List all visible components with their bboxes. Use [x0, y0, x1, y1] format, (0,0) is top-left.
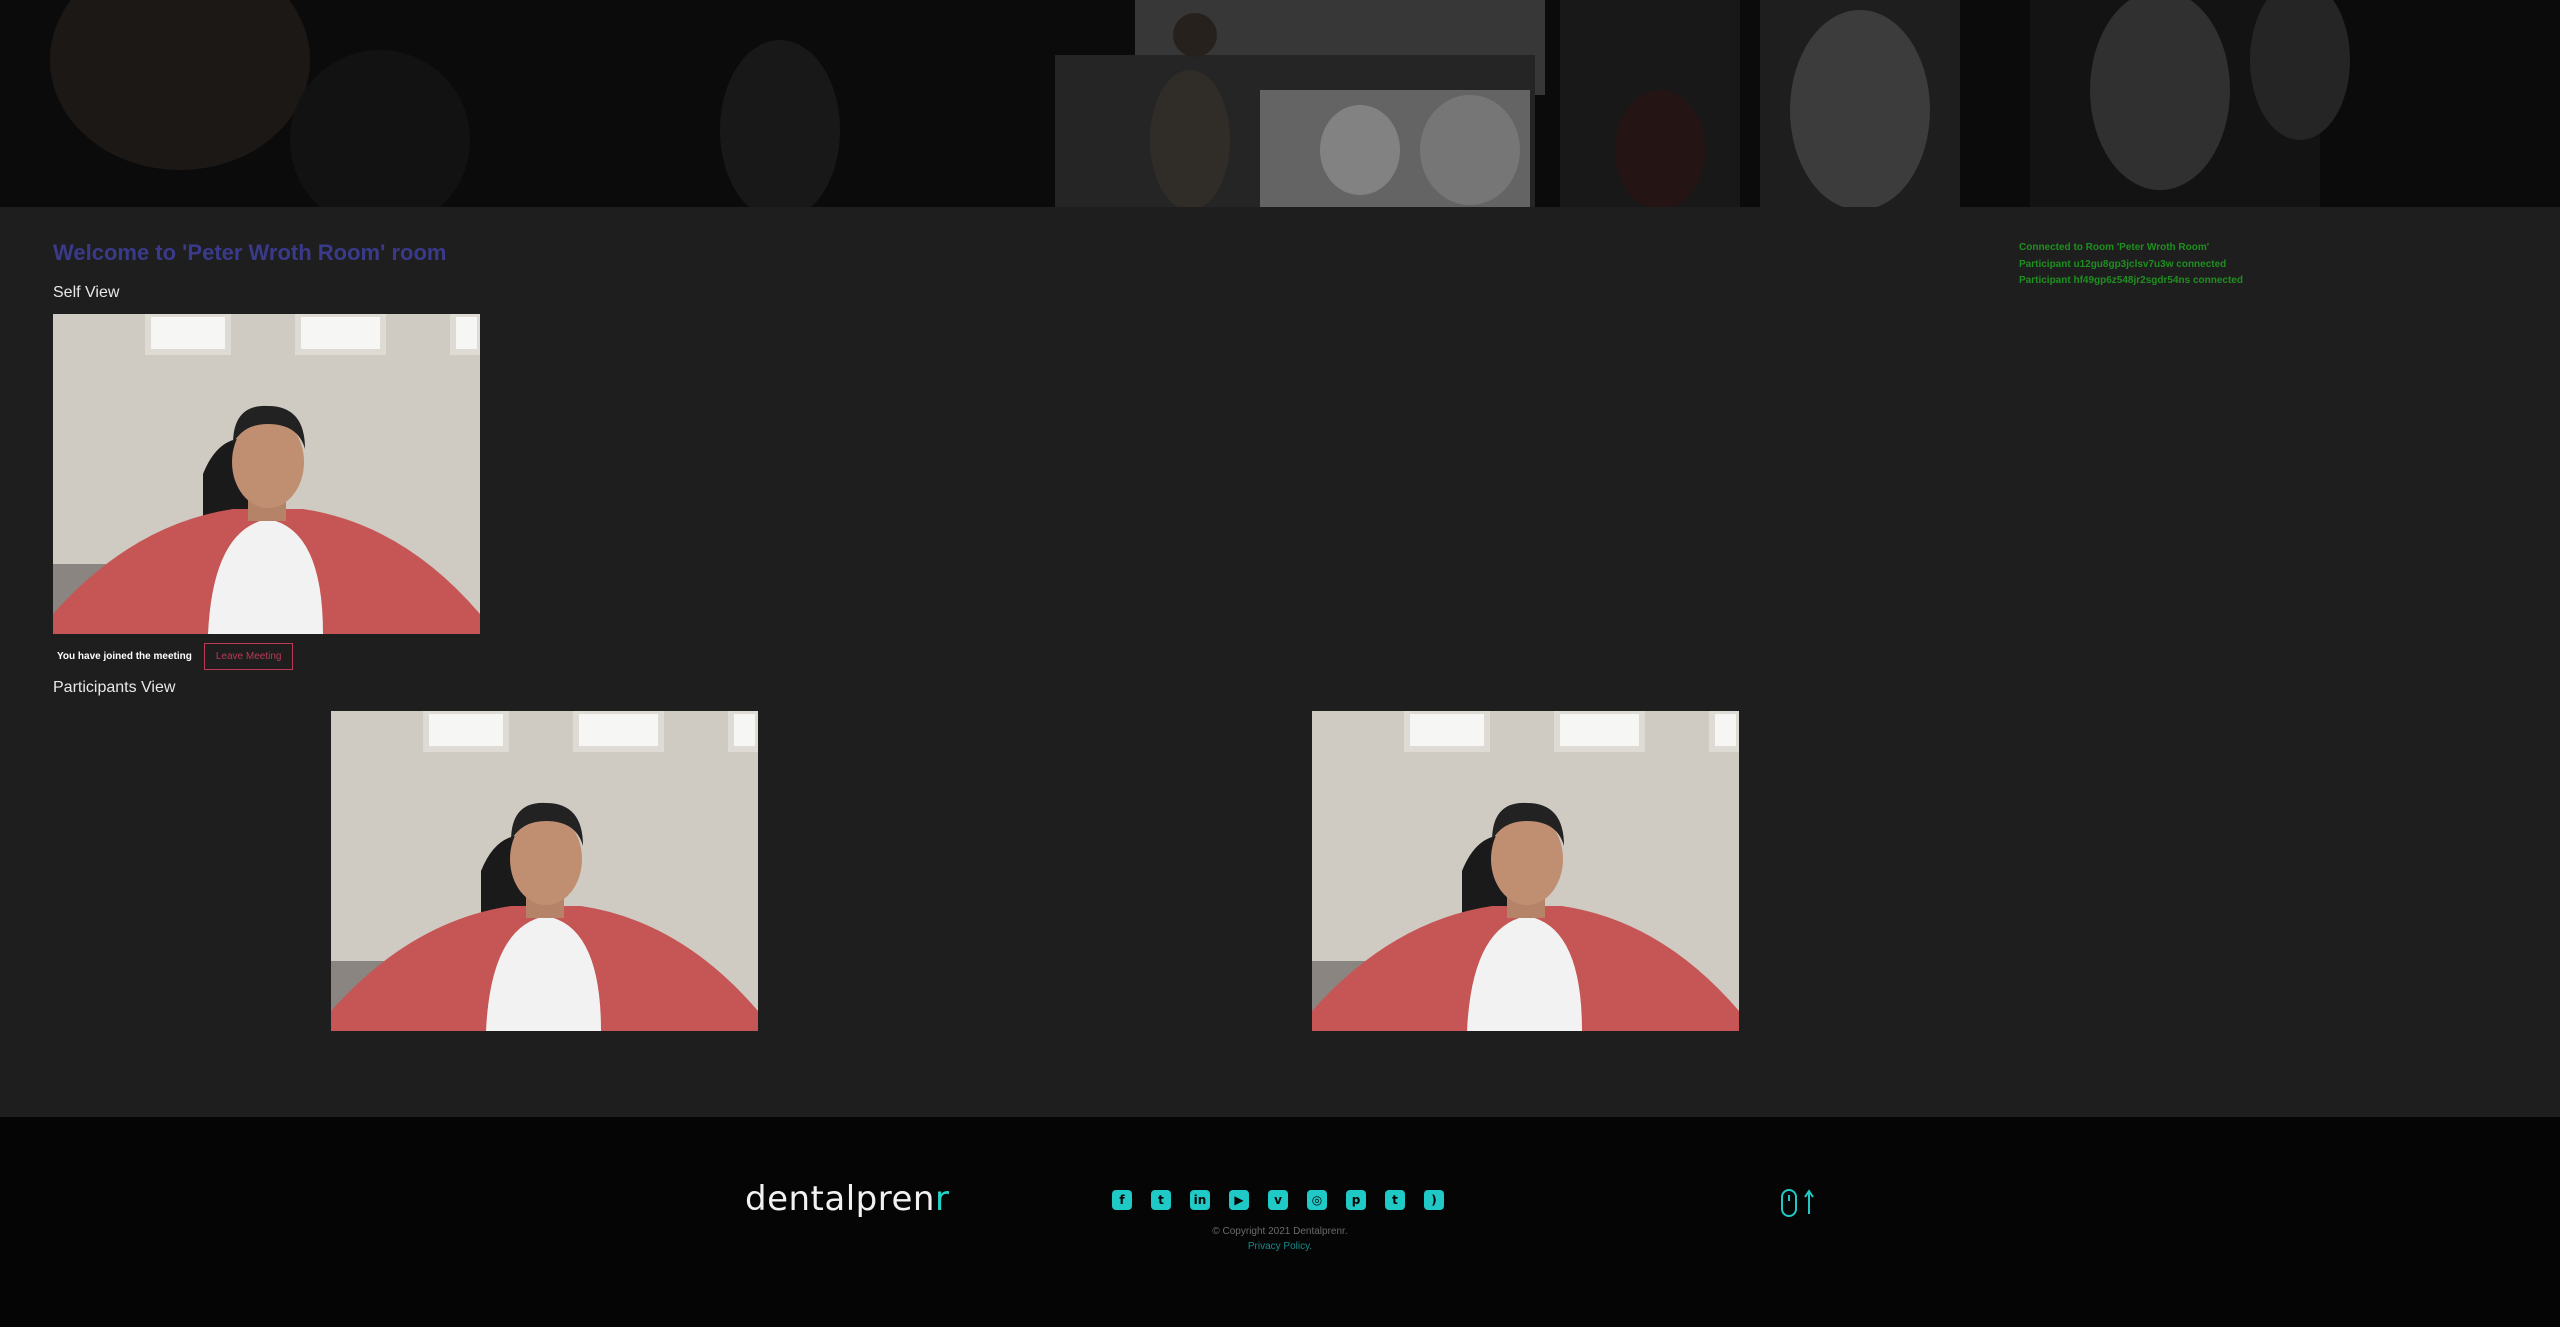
- self-video: [53, 314, 480, 634]
- participant-video: [331, 711, 758, 1031]
- meeting-area: Welcome to 'Peter Wroth Room' room Self …: [0, 207, 2560, 1117]
- scroll-to-top-icon[interactable]: [1779, 1187, 1815, 1219]
- logo-text-mid: alpren: [824, 1179, 935, 1219]
- logo-text-accent: r: [934, 1179, 950, 1219]
- dentalprenr-logo[interactable]: dentalprenr: [745, 1179, 949, 1219]
- linkedin-icon[interactable]: in: [1190, 1190, 1210, 1210]
- pinterest-icon[interactable]: p: [1346, 1190, 1366, 1210]
- leave-meeting-button[interactable]: Leave Meeting: [203, 642, 294, 670]
- log-line: Participant u12gu8gp3jclsv7u3w connected: [2019, 258, 2227, 270]
- participant-video-frame: [331, 711, 758, 1031]
- room-title: Welcome to 'Peter Wroth Room' room: [53, 240, 447, 265]
- instagram-icon[interactable]: ◎: [1307, 1190, 1327, 1210]
- facebook-icon[interactable]: f: [1112, 1190, 1132, 1210]
- logo-text-main: dent: [745, 1179, 825, 1219]
- self-view-label: Self View: [53, 284, 120, 301]
- joined-status-text: You have joined the meeting: [57, 650, 192, 662]
- footer: dentalprenr f t in ▶ v ◎ p t ) © Copyrig…: [0, 1117, 2560, 1327]
- meeting-status-row: You have joined the meeting Leave Meetin…: [53, 641, 294, 671]
- connection-log: Connected to Room 'Peter Wroth Room' Par…: [2019, 240, 2243, 290]
- social-links: f t in ▶ v ◎ p t ): [1112, 1190, 1444, 1210]
- hero-image: [0, 0, 2560, 207]
- vimeo-icon[interactable]: v: [1268, 1190, 1288, 1210]
- participants-view-label: Participants View: [53, 679, 176, 696]
- twitter-icon[interactable]: t: [1151, 1190, 1171, 1210]
- privacy-policy-link[interactable]: Privacy Policy.: [0, 1241, 2560, 1252]
- tumblr-icon[interactable]: t: [1385, 1190, 1405, 1210]
- self-video-frame: [53, 314, 480, 634]
- rss-icon[interactable]: ): [1424, 1190, 1444, 1210]
- participant-video: [1312, 711, 1739, 1031]
- participant-video-frame: [1312, 711, 1739, 1031]
- hero-banner: [0, 0, 2560, 207]
- copyright-text: © Copyright 2021 Dentalprenr.: [1212, 1226, 1348, 1237]
- youtube-icon[interactable]: ▶: [1229, 1190, 1249, 1210]
- log-line: Participant hf49gp6z548jr2sgdr54ns conne…: [2019, 275, 2243, 286]
- log-line: Connected to Room 'Peter Wroth Room': [2019, 242, 2210, 253]
